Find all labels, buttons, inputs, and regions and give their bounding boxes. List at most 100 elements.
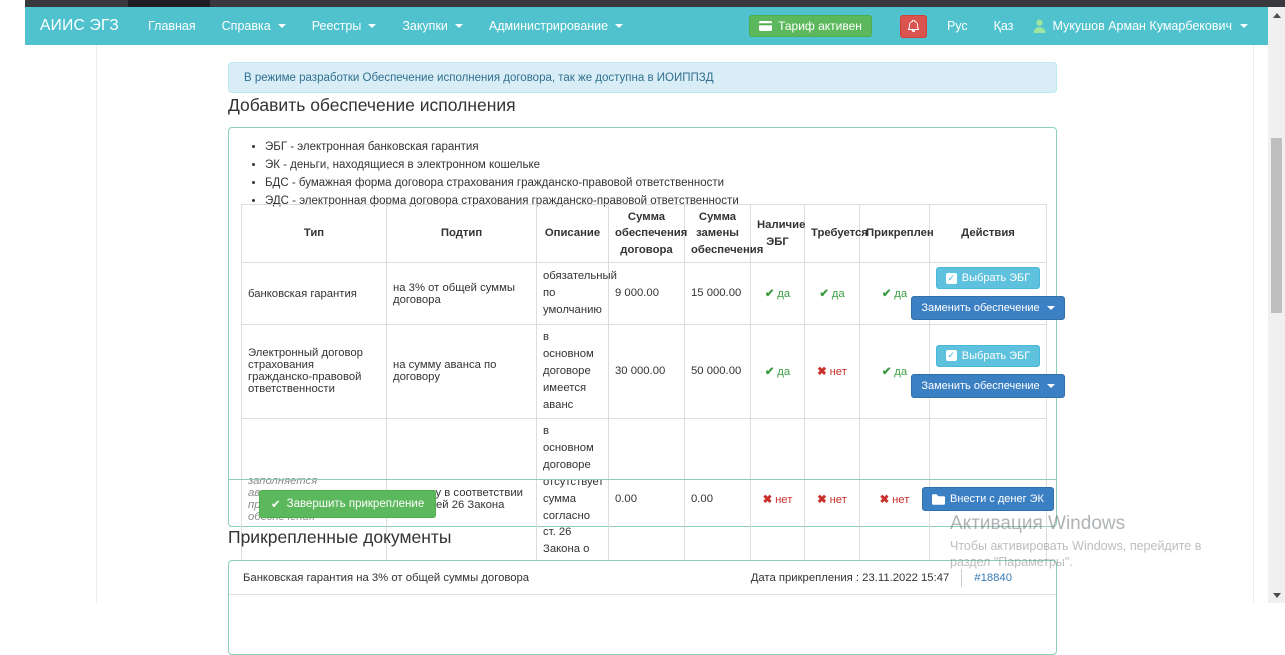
attachment-date: Дата прикрепления : 23.11.2022 15:47 <box>751 572 950 584</box>
column-header: Сумма замены обеспечения <box>685 205 751 263</box>
nav-items: Главная Справка РеестрыЗакупки Администриро… <box>135 7 636 45</box>
caret-down-icon <box>1047 384 1055 388</box>
nav-item-procurements[interactable]: Закупки <box>389 7 476 45</box>
nav-item-administration[interactable]: Администрирование <box>476 7 636 45</box>
yes-cell: ✔да <box>860 325 930 419</box>
actions-cell: ✓Выбрать ЭБГЗаменить обеспечение <box>930 325 1047 419</box>
subtype-cell: на 3% от общей суммы договора <box>387 263 537 325</box>
notifications-button[interactable] <box>900 15 927 38</box>
nav-item-home[interactable]: Главная <box>135 7 209 45</box>
nav-item-reference[interactable]: Справка <box>209 7 299 45</box>
security-table: ТипПодтипОписаниеСумма обеспечения догов… <box>241 204 1047 580</box>
lang-kz-link[interactable]: Қаз <box>988 19 1020 33</box>
column-header: Описание <box>537 205 609 263</box>
replace-security-dropdown-button[interactable]: Заменить обеспечение <box>911 296 1064 320</box>
nav-item-label: Администрирование <box>489 19 608 33</box>
column-header: Прикреплен <box>860 205 930 263</box>
nav-item-registries[interactable]: Реестры <box>299 7 390 45</box>
user-name: Мукушов Арман Кумарбекович <box>1052 19 1232 33</box>
checkbox-icon: ✓ <box>946 350 957 361</box>
contract-amount-cell: 0.00 <box>609 418 685 579</box>
caret-down-icon <box>368 24 376 28</box>
description-cell: в основном договоре имеется аванс <box>537 325 609 419</box>
security-types-legend: ЭБГ - электронная банковская гарантияЭК … <box>265 138 1056 211</box>
person-icon <box>1033 19 1046 33</box>
caret-down-icon <box>615 24 623 28</box>
document-row: Банковская гарантия на 3% от общей суммы… <box>229 561 1056 595</box>
replacement-amount-cell: 15 000.00 <box>685 263 751 325</box>
column-header: Подтип <box>387 205 537 263</box>
deposit-from-ek-button[interactable]: Внести с денег ЭК <box>922 487 1054 511</box>
scrollbar-thumb[interactable] <box>1271 138 1282 313</box>
yes-cell: ✔да <box>805 263 860 325</box>
contract-amount-cell: 9 000.00 <box>609 263 685 325</box>
panel-divider <box>229 479 1056 480</box>
dev-mode-alert: В режиме разработки Обеспечение исполнен… <box>228 62 1057 93</box>
nav-item-label: Главная <box>148 19 196 33</box>
folder-icon <box>932 494 945 505</box>
table-header-row: ТипПодтипОписаниеСумма обеспечения догов… <box>242 205 1047 263</box>
user-menu[interactable]: Мукушов Арман Кумарбекович <box>1033 19 1248 33</box>
check-icon: ✔ <box>765 366 774 378</box>
page-content: В режиме разработки Обеспечение исполнен… <box>25 45 1268 603</box>
caret-down-icon <box>455 24 463 28</box>
lang-ru-link[interactable]: Рус <box>941 19 974 33</box>
cross-icon: ✖ <box>817 366 826 378</box>
add-security-panel: ЭБГ - электронная банковская гарантияЭК … <box>228 127 1057 527</box>
nav-item-label: Справка <box>222 19 271 33</box>
app-brand[interactable]: АИИС ЭГЗ <box>25 17 135 35</box>
browser-tab-segment <box>128 0 210 7</box>
actions-cell: ✓Выбрать ЭБГЗаменить обеспечение <box>930 263 1047 325</box>
vertical-scrollbar[interactable] <box>1268 7 1285 603</box>
finish-attachment-button[interactable]: ✔ Завершить прикрепление <box>259 490 436 518</box>
caret-down-icon <box>1240 24 1248 28</box>
description-cell: обязательный по умолчанию <box>537 263 609 325</box>
credit-card-icon <box>759 21 772 31</box>
caret-down-icon <box>1047 306 1055 310</box>
select-ebg-button[interactable]: ✓Выбрать ЭБГ <box>936 345 1040 367</box>
attached-documents-title: Прикрепленные документы <box>228 527 452 548</box>
check-icon: ✔ <box>882 366 891 378</box>
checkbox-icon: ✓ <box>946 273 957 284</box>
page-title: Добавить обеспечение исполнения <box>228 95 516 116</box>
navbar: АИИС ЭГЗ Главная Справка РеестрыЗакупки Адм… <box>25 7 1268 45</box>
replacement-amount-cell: 50 000.00 <box>685 325 751 419</box>
check-icon: ✔ <box>819 288 828 300</box>
yes-cell: ✔да <box>751 325 805 419</box>
container-right-edge <box>1253 45 1254 603</box>
no-cell: ✖нет <box>751 418 805 579</box>
scroll-down-button[interactable] <box>1268 587 1285 603</box>
cross-icon: ✖ <box>763 494 772 506</box>
document-name: Банковская гарантия на 3% от общей суммы… <box>243 572 529 584</box>
document-number-link[interactable]: #18840 <box>974 572 1012 584</box>
triangle-up-icon <box>1273 13 1281 18</box>
browser-top-strip <box>25 0 1285 7</box>
scroll-up-button[interactable] <box>1268 7 1285 23</box>
column-header: Тип <box>242 205 387 263</box>
navbar-right: Тариф активен Рус Қаз Мукушов Арман Кума… <box>749 15 1268 38</box>
no-cell: ✖нет <box>805 418 860 579</box>
replace-security-dropdown-button[interactable]: Заменить обеспечение <box>911 374 1064 398</box>
table-row: банковская гарантияна 3% от общей суммы … <box>242 263 1047 325</box>
type-cell: Электронный договор страхования гражданс… <box>242 325 387 419</box>
divider <box>961 569 962 587</box>
tariff-active-button[interactable]: Тариф активен <box>749 15 872 37</box>
column-header: Требуется <box>805 205 860 263</box>
check-icon: ✔ <box>882 288 891 300</box>
cross-icon: ✖ <box>880 494 889 506</box>
yes-cell: ✔да <box>751 263 805 325</box>
column-header: Действия <box>930 205 1047 263</box>
legend-item: БДС - бумажная форма договора страховани… <box>265 174 1056 192</box>
container-left-edge <box>96 45 97 603</box>
attached-documents-panel: Банковская гарантия на 3% от общей суммы… <box>228 560 1057 655</box>
description-cell: в основном договоре отсутствует сумма со… <box>537 418 609 579</box>
type-cell: банковская гарантия <box>242 263 387 325</box>
caret-down-icon <box>278 24 286 28</box>
check-icon: ✔ <box>765 288 774 300</box>
alert-text: В режиме разработки Обеспечение исполнен… <box>244 72 714 84</box>
actions-cell: Внести с денег ЭК <box>930 418 1047 579</box>
subtype-cell: на сумму аванса по договору <box>387 325 537 419</box>
table-row: Электронный договор страхования гражданс… <box>242 325 1047 419</box>
select-ebg-button[interactable]: ✓Выбрать ЭБГ <box>936 267 1040 289</box>
triangle-down-icon <box>1273 593 1281 598</box>
